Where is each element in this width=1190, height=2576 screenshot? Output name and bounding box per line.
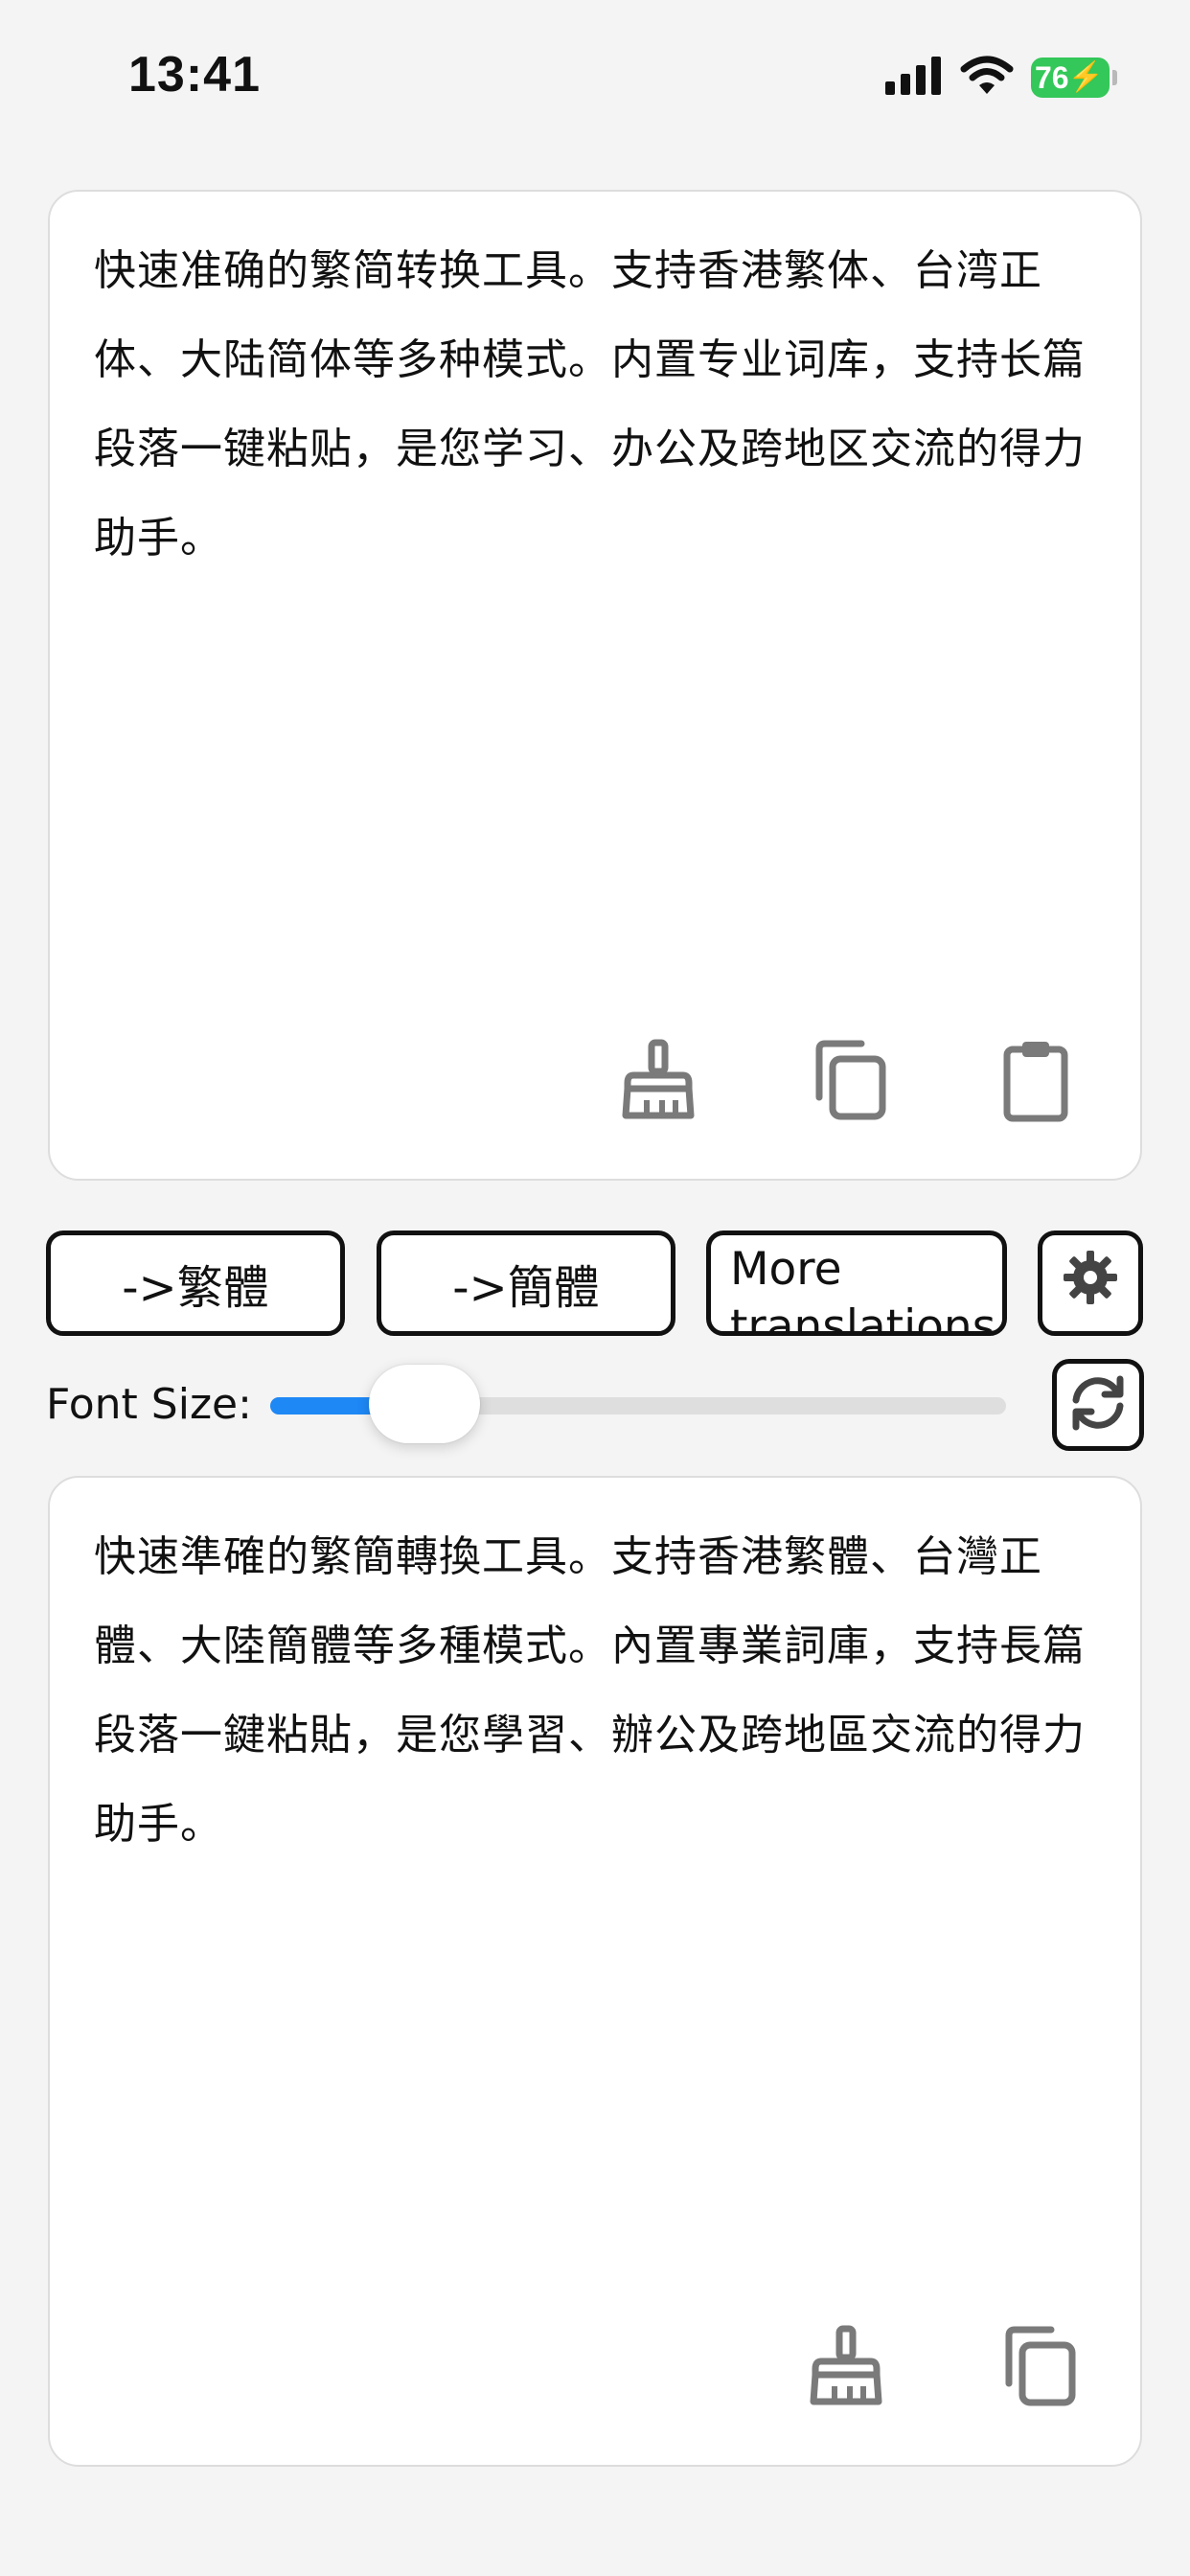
more-translations-button[interactable]: More translations xyxy=(706,1230,1007,1336)
reset-font-size-button[interactable] xyxy=(1052,1359,1144,1451)
copy-icon xyxy=(806,1040,886,1124)
status-time: 13:41 xyxy=(128,47,261,103)
source-text[interactable]: 快速准确的繁简转换工具。支持香港繁体、台湾正体、大陆简体等多种模式。内置专业词库… xyxy=(94,226,1110,583)
gear-icon xyxy=(1063,1250,1118,1317)
status-icons: 76 ⚡ xyxy=(885,56,1117,100)
paste-source-button[interactable] xyxy=(993,1039,1079,1125)
font-size-slider[interactable] xyxy=(270,1365,1006,1443)
to-traditional-button[interactable]: ->繁體 xyxy=(46,1230,345,1336)
clear-result-button[interactable] xyxy=(803,2325,889,2411)
status-bar: 13:41 76 ⚡ xyxy=(0,0,1190,144)
settings-button[interactable] xyxy=(1038,1230,1143,1336)
signal-icon xyxy=(885,57,943,99)
battery-level: 76 xyxy=(1035,59,1069,95)
source-text-panel[interactable]: 快速准确的繁简转换工具。支持香港繁体、台湾正体、大陆简体等多种模式。内置专业词库… xyxy=(48,190,1142,1181)
battery-icon: 76 ⚡ xyxy=(1031,58,1117,98)
charging-bolt-icon: ⚡ xyxy=(1067,61,1104,93)
paste-clipboard-icon xyxy=(1001,1038,1070,1126)
slider-thumb[interactable] xyxy=(369,1365,480,1443)
clear-broom-icon xyxy=(808,2325,884,2411)
refresh-icon xyxy=(1066,1371,1130,1438)
result-text-panel[interactable]: 快速準確的繁簡轉換工具。支持香港繁體、台灣正體、大陸簡體等多種模式。內置專業詞庫… xyxy=(48,1476,1142,2467)
to-simplified-button[interactable]: ->簡體 xyxy=(377,1230,675,1336)
font-size-label: Font Size: xyxy=(46,1380,252,1429)
copy-icon xyxy=(995,2326,1076,2410)
copy-source-button[interactable] xyxy=(803,1039,889,1125)
wifi-icon xyxy=(960,56,1014,100)
result-text[interactable]: 快速準確的繁簡轉換工具。支持香港繁體、台灣正體、大陸簡體等多種模式。內置專業詞庫… xyxy=(94,1512,1110,1869)
clear-broom-icon xyxy=(620,1039,697,1125)
copy-result-button[interactable] xyxy=(993,2325,1079,2411)
clear-source-button[interactable] xyxy=(615,1039,701,1125)
